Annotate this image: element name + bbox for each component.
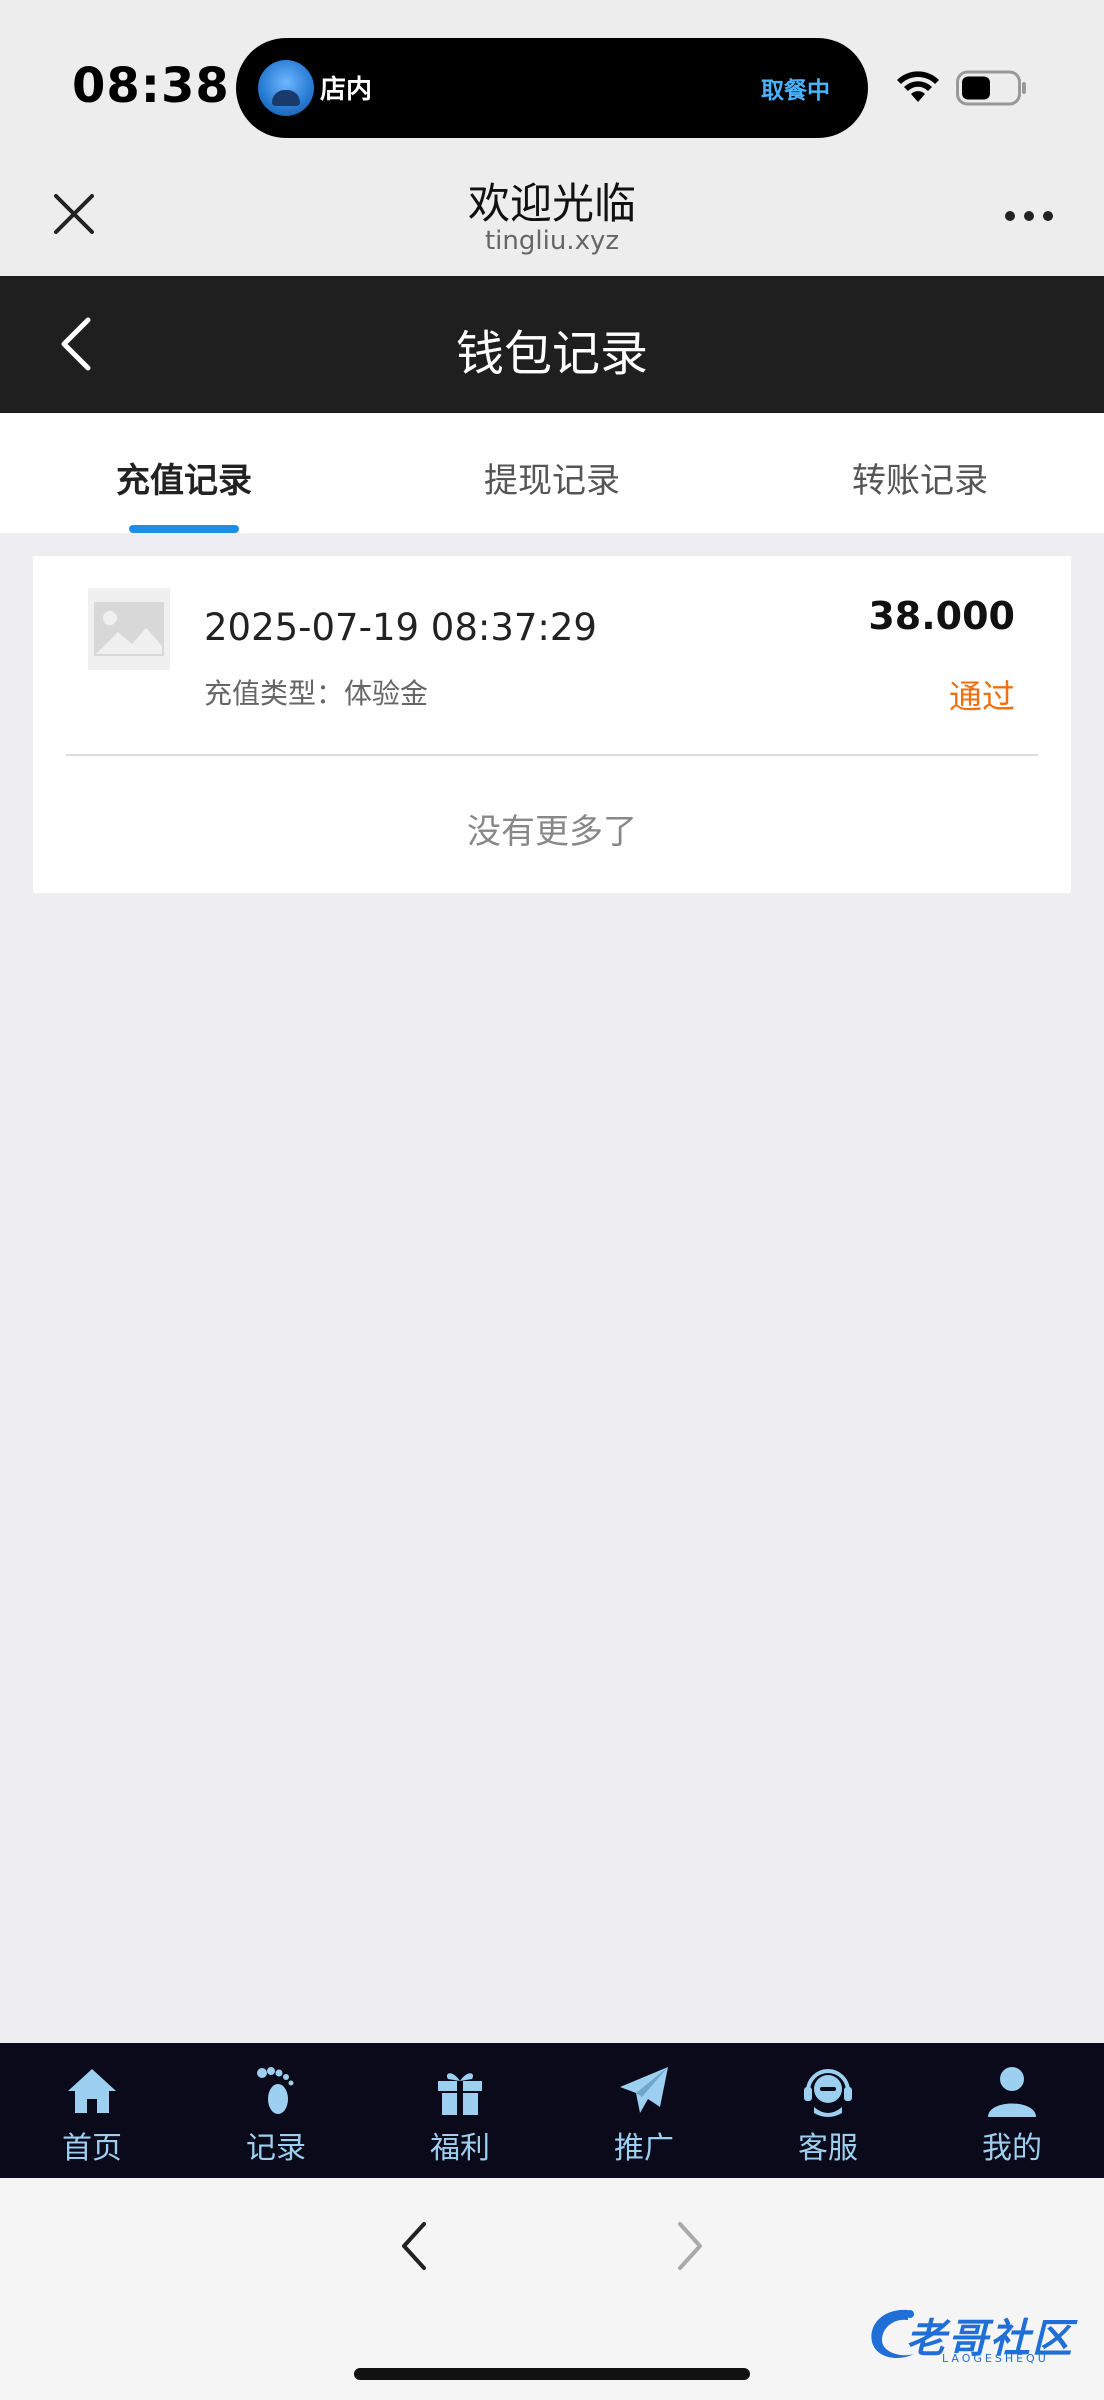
gift-icon (438, 2073, 482, 2115)
nav-item-welfare[interactable]: 福利 (368, 2043, 552, 2178)
app-header: 钱包记录 (0, 276, 1104, 413)
browser-title: 欢迎光临 (467, 179, 636, 228)
headset-icon (804, 2069, 852, 2117)
status-time: 08:38 (72, 58, 230, 114)
nav-label-home: 首页 (62, 2131, 122, 2166)
watermark-logo: 老哥社区 LAOGESHEQU (864, 2300, 1094, 2370)
tab-active-indicator (129, 525, 239, 533)
nav-label-welfare: 福利 (430, 2131, 490, 2166)
footprint-icon (257, 2067, 294, 2114)
user-icon (988, 2067, 1036, 2117)
watermark-subtext: LAOGESHEQU (942, 2352, 1049, 2365)
browser-back-icon[interactable] (396, 2218, 432, 2274)
wifi-icon (897, 71, 939, 102)
image-placeholder-icon (88, 588, 170, 670)
home-icon (68, 2069, 116, 2113)
island-left-text: 店内 (320, 75, 373, 105)
more-icon[interactable] (1004, 210, 1054, 222)
nav-item-mine[interactable]: 我的 (920, 2043, 1104, 2178)
nav-label-service: 客服 (798, 2131, 858, 2166)
record-amount: 38.000 (868, 594, 1015, 638)
nav-label-mine: 我的 (982, 2131, 1042, 2166)
tab-transfer-records[interactable]: 转账记录 (736, 453, 1104, 502)
dynamic-island[interactable]: 店内 取餐中 (236, 38, 868, 138)
page-title: 钱包记录 (455, 326, 648, 382)
tab-withdraw-records[interactable]: 提现记录 (368, 453, 736, 502)
browser-forward-icon[interactable] (672, 2218, 708, 2274)
divider (66, 754, 1038, 756)
nav-label-records: 记录 (246, 2131, 306, 2166)
island-right-text: 取餐中 (761, 78, 830, 104)
battery-icon (956, 70, 1026, 106)
tab-recharge-records[interactable]: 充值记录 (0, 453, 368, 502)
browser-domain: tingliu.xyz (484, 226, 619, 256)
browser-header: 欢迎光临 tingliu.xyz (0, 160, 1104, 276)
record-status: 通过 (949, 677, 1015, 716)
nav-item-records[interactable]: 记录 (184, 2043, 368, 2178)
home-indicator[interactable] (354, 2368, 750, 2380)
record-type: 充值类型：体验金 (204, 677, 429, 710)
nav-item-home[interactable]: 首页 (0, 2043, 184, 2178)
avatar-icon (258, 60, 314, 116)
page: 08:38 店内 取餐中 欢迎光临 tingliu.xyz 钱包记录 充值记录 … (0, 0, 1104, 2400)
bottom-nav: 首页 记录 福利 推广 客服 我的 (0, 2043, 1104, 2178)
status-bar: 08:38 店内 取餐中 (0, 0, 1104, 160)
nav-label-promote: 推广 (614, 2131, 674, 2166)
paper-plane-icon (620, 2067, 668, 2113)
record-card: 2025-07-19 08:37:29 充值类型：体验金 38.000 通过 没… (33, 556, 1071, 893)
no-more-text: 没有更多了 (467, 812, 637, 852)
nav-item-promote[interactable]: 推广 (552, 2043, 736, 2178)
nav-item-service[interactable]: 客服 (736, 2043, 920, 2178)
tab-bar: 充值记录 提现记录 转账记录 (0, 413, 1104, 533)
record-time: 2025-07-19 08:37:29 (204, 606, 597, 649)
